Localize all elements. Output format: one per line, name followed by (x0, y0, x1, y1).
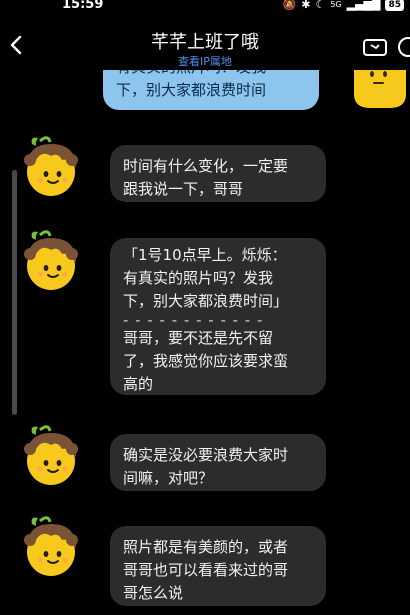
notification-mute-icon: 🔕 (282, 0, 297, 11)
status-bar: 15:59 🔕 ✱ ☾ 5G ▂▄▆█ 85 (0, 0, 410, 14)
contact-avatar[interactable] (18, 516, 78, 578)
bluetooth-icon: ✱ (301, 0, 311, 11)
status-time: 15:59 (62, 0, 104, 12)
chat-title: 芊芊上班了哦 (151, 32, 259, 53)
self-avatar[interactable] (350, 70, 410, 110)
contact-avatar[interactable] (18, 136, 78, 198)
quote-divider: - - - - - - - - - - - - (123, 311, 264, 329)
message-bubble-outgoing[interactable]: 有真实的照片吗？发我 下，别大家都浪费时间 (103, 70, 319, 110)
message-bubble-incoming[interactable]: 照片都是有美颜的，或者 哥哥也可以看看来过的哥 哥怎么说 (110, 526, 326, 606)
signal-icon: ▂▄▆█ (346, 0, 381, 11)
more-options-icon[interactable] (396, 36, 410, 58)
battery-level: 85 (385, 0, 404, 11)
video-call-icon[interactable] (362, 36, 388, 58)
moon-icon: ☾ (315, 0, 326, 11)
message-bubble-incoming[interactable]: 确实是没必要浪费大家时 间嘛，对吧？ (110, 434, 326, 491)
message-bubble-incoming[interactable]: 时间有什么变化，一定要 跟我说一下，哥哥 (110, 145, 326, 202)
scrollbar[interactable] (12, 170, 17, 415)
network-label: 5G (330, 0, 342, 9)
message-bubble-incoming-quote[interactable]: 「1号10点早上。烁烁： 有真实的照片吗？发我 下，别大家都浪费时间」 - - … (110, 238, 326, 395)
chat-message-list[interactable]: 有真实的照片吗？发我 下，别大家都浪费时间 时间有什么变化，一定要 跟我说一下，… (0, 70, 410, 615)
contact-avatar[interactable] (18, 425, 78, 487)
chat-header: 芊芊上班了哦 查看IP属地 (0, 14, 410, 70)
contact-avatar[interactable] (18, 230, 78, 292)
view-ip-location-link[interactable]: 查看IP属地 (0, 53, 410, 69)
